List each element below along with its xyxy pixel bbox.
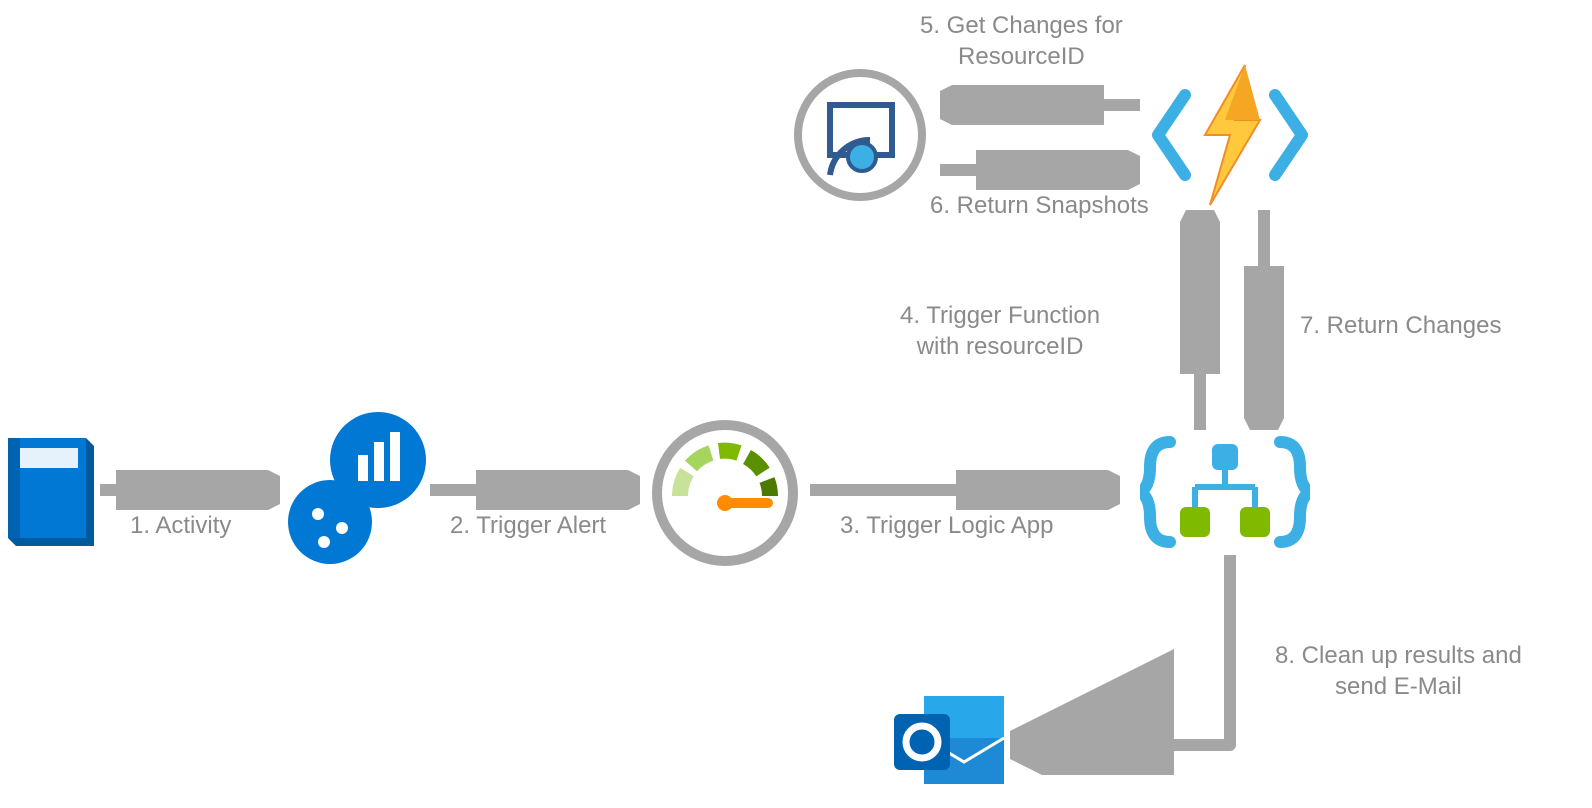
label-step-7: 7. Return Changes bbox=[1300, 310, 1501, 341]
label-step-2: 2. Trigger Alert bbox=[450, 510, 606, 541]
outlook-icon bbox=[890, 690, 1010, 800]
alert-gauge-icon bbox=[650, 418, 800, 568]
label-step-8: 8. Clean up results and send E-Mail bbox=[1275, 640, 1522, 702]
log-analytics-icon bbox=[286, 410, 426, 570]
label-step-4: 4. Trigger Function with resourceID bbox=[900, 300, 1100, 362]
resource-graph-icon bbox=[790, 65, 930, 205]
arrow-return-changes bbox=[1244, 210, 1284, 430]
arrow-return-snapshots bbox=[940, 150, 1140, 190]
arrow-send-email bbox=[1010, 555, 1250, 775]
label-step-1: 1. Activity bbox=[130, 510, 231, 541]
arrow-trigger-alert bbox=[430, 470, 640, 510]
label-step-5: 5. Get Changes for ResourceID bbox=[920, 10, 1123, 72]
logic-app-icon bbox=[1140, 432, 1310, 552]
diagram-canvas: 1. Activity 2. Trigger Alert 3. Trigger … bbox=[0, 0, 1592, 808]
label-step-6: 6. Return Snapshots bbox=[930, 190, 1149, 221]
azure-function-icon bbox=[1150, 60, 1310, 210]
activity-log-icon bbox=[8, 438, 98, 548]
arrow-activity bbox=[100, 470, 280, 510]
arrow-trigger-function bbox=[1180, 210, 1220, 430]
arrow-trigger-logic bbox=[810, 470, 1120, 510]
label-step-3: 3. Trigger Logic App bbox=[840, 510, 1053, 541]
arrow-get-changes bbox=[940, 85, 1140, 125]
